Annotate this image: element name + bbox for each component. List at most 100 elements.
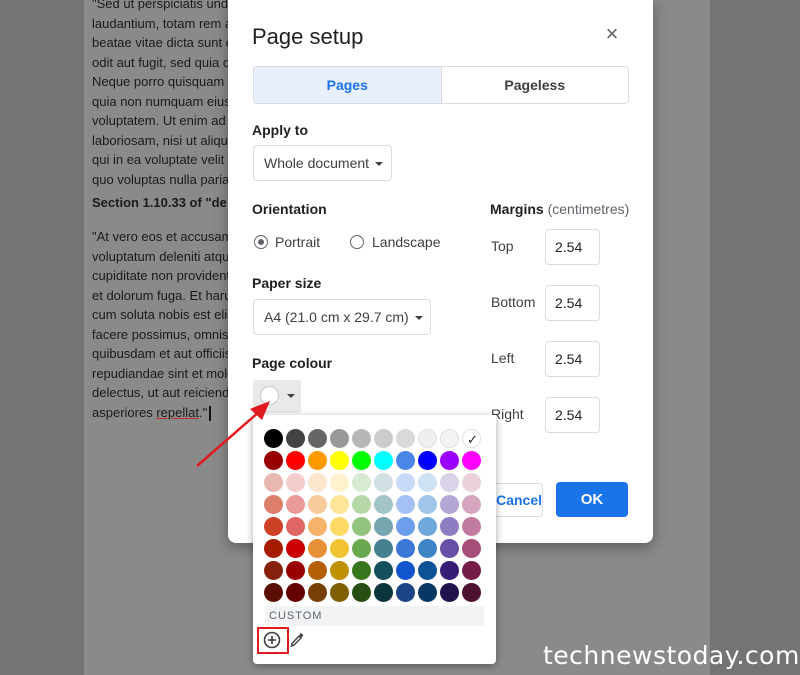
colour-swatch[interactable] <box>286 517 305 536</box>
colour-swatch[interactable] <box>396 429 415 448</box>
tab-pages[interactable]: Pages <box>254 67 442 103</box>
colour-swatch[interactable] <box>308 473 327 492</box>
colour-swatch[interactable] <box>330 429 349 448</box>
colour-swatch[interactable] <box>440 539 459 558</box>
colour-swatch[interactable] <box>396 517 415 536</box>
paper-size-dropdown[interactable]: A4 (21.0 cm x 29.7 cm) <box>253 299 431 335</box>
ok-button[interactable]: OK <box>556 482 628 517</box>
colour-swatch[interactable] <box>462 517 481 536</box>
colour-swatch[interactable] <box>264 429 283 448</box>
tab-pageless[interactable]: Pageless <box>442 67 629 103</box>
colour-swatch[interactable] <box>286 451 305 470</box>
colour-swatch[interactable] <box>330 583 349 602</box>
colour-swatch[interactable] <box>462 451 481 470</box>
colour-swatch[interactable] <box>286 539 305 558</box>
colour-swatch[interactable] <box>308 495 327 514</box>
colour-swatch[interactable] <box>440 495 459 514</box>
line-text: asperiores <box>92 404 157 420</box>
colour-swatch[interactable] <box>440 561 459 580</box>
colour-swatch[interactable] <box>330 495 349 514</box>
colour-swatch[interactable] <box>286 495 305 514</box>
margin-right-input[interactable]: 2.54 <box>545 397 600 433</box>
eyedropper-icon[interactable] <box>289 631 305 648</box>
colour-swatch[interactable] <box>264 517 283 536</box>
margin-left-input[interactable]: 2.54 <box>545 341 600 377</box>
colour-swatch[interactable] <box>308 561 327 580</box>
colour-swatch[interactable] <box>418 495 437 514</box>
colour-swatch[interactable] <box>352 495 371 514</box>
colour-swatch[interactable] <box>330 451 349 470</box>
colour-swatch[interactable] <box>264 539 283 558</box>
apply-to-label: Apply to <box>252 122 308 138</box>
colour-swatch[interactable] <box>440 429 459 448</box>
colour-swatch[interactable] <box>264 583 283 602</box>
colour-swatch[interactable] <box>286 561 305 580</box>
colour-swatch[interactable] <box>396 583 415 602</box>
colour-swatch[interactable] <box>440 517 459 536</box>
colour-swatch[interactable] <box>374 583 393 602</box>
chevron-down-icon <box>287 394 295 398</box>
colour-swatch[interactable] <box>462 473 481 492</box>
colour-swatch[interactable] <box>462 561 481 580</box>
colour-swatch[interactable] <box>440 583 459 602</box>
apply-to-dropdown[interactable]: Whole document <box>253 145 392 181</box>
colour-swatch[interactable] <box>418 473 437 492</box>
colour-swatch[interactable]: ✓ <box>462 429 481 448</box>
colour-swatch[interactable] <box>374 561 393 580</box>
colour-swatch[interactable] <box>352 451 371 470</box>
colour-swatch[interactable] <box>418 561 437 580</box>
check-icon: ✓ <box>467 432 478 447</box>
colour-swatch[interactable] <box>374 473 393 492</box>
orientation-label: Orientation <box>252 201 327 217</box>
colour-swatch[interactable] <box>462 539 481 558</box>
colour-swatch[interactable] <box>352 429 371 448</box>
colour-swatch[interactable] <box>330 517 349 536</box>
colour-swatch[interactable] <box>286 473 305 492</box>
colour-swatch[interactable] <box>462 495 481 514</box>
colour-swatch[interactable] <box>396 539 415 558</box>
colour-swatch[interactable] <box>308 429 327 448</box>
colour-swatch[interactable] <box>418 517 437 536</box>
colour-swatch[interactable] <box>264 561 283 580</box>
colour-swatch[interactable] <box>308 583 327 602</box>
colour-swatch[interactable] <box>440 451 459 470</box>
colour-swatch[interactable] <box>352 517 371 536</box>
colour-swatch[interactable] <box>396 495 415 514</box>
margin-bottom-input[interactable]: 2.54 <box>545 285 600 321</box>
colour-swatch[interactable] <box>374 495 393 514</box>
page-colour-button[interactable] <box>253 380 301 413</box>
colour-swatch[interactable] <box>374 451 393 470</box>
colour-swatch[interactable] <box>418 451 437 470</box>
add-custom-colour-icon[interactable] <box>263 631 281 649</box>
colour-swatch[interactable] <box>330 561 349 580</box>
colour-swatch[interactable] <box>462 583 481 602</box>
colour-swatch[interactable] <box>396 451 415 470</box>
colour-swatch[interactable] <box>264 495 283 514</box>
colour-swatch[interactable] <box>308 451 327 470</box>
portrait-radio[interactable] <box>254 235 268 249</box>
colour-swatch[interactable] <box>264 473 283 492</box>
colour-swatch[interactable] <box>352 583 371 602</box>
colour-swatch[interactable] <box>374 539 393 558</box>
colour-swatch[interactable] <box>286 429 305 448</box>
landscape-radio[interactable] <box>350 235 364 249</box>
colour-swatch[interactable] <box>330 473 349 492</box>
colour-swatch[interactable] <box>352 561 371 580</box>
colour-swatch[interactable] <box>308 539 327 558</box>
colour-swatch[interactable] <box>418 429 437 448</box>
close-icon[interactable]: × <box>600 22 624 46</box>
colour-swatch[interactable] <box>352 473 371 492</box>
colour-swatch[interactable] <box>396 473 415 492</box>
colour-swatch[interactable] <box>264 451 283 470</box>
colour-swatch[interactable] <box>286 583 305 602</box>
margin-top-input[interactable]: 2.54 <box>545 229 600 265</box>
colour-swatch[interactable] <box>418 539 437 558</box>
colour-swatch[interactable] <box>374 429 393 448</box>
colour-swatch[interactable] <box>308 517 327 536</box>
colour-swatch[interactable] <box>330 539 349 558</box>
colour-swatch[interactable] <box>374 517 393 536</box>
colour-swatch[interactable] <box>418 583 437 602</box>
colour-swatch[interactable] <box>440 473 459 492</box>
colour-swatch[interactable] <box>352 539 371 558</box>
colour-swatch[interactable] <box>396 561 415 580</box>
